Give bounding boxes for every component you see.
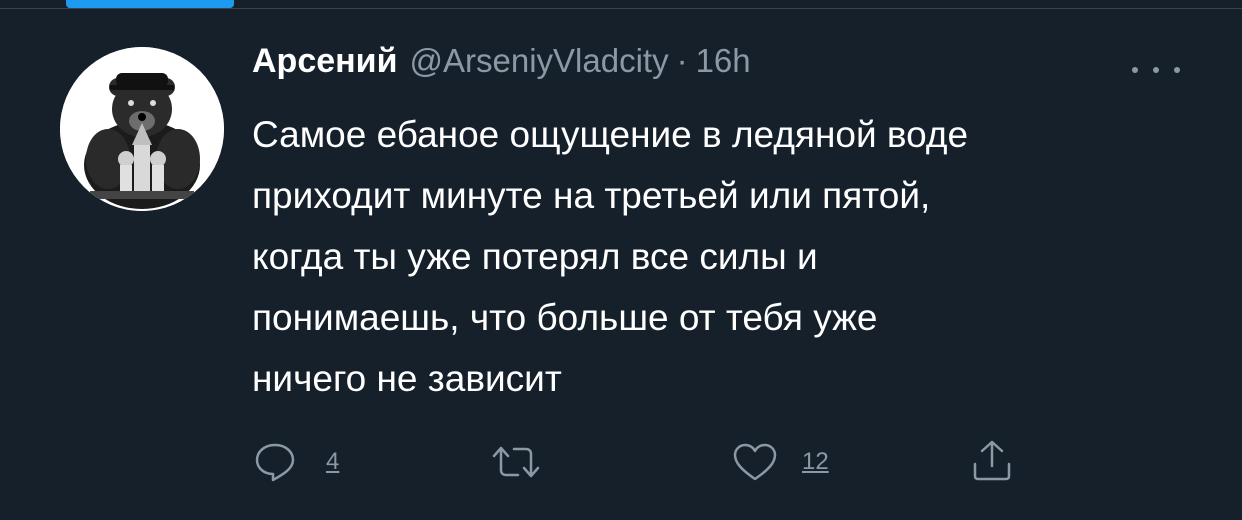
author-display-name[interactable]: Арсений xyxy=(252,42,397,81)
tweet-timestamp[interactable]: 16h xyxy=(696,42,751,80)
active-tab-indicator xyxy=(66,0,234,8)
like-button[interactable]: 12 xyxy=(732,442,829,482)
avatar[interactable] xyxy=(60,47,224,211)
reply-icon xyxy=(255,443,295,482)
retweet-button[interactable] xyxy=(490,442,564,482)
share-icon xyxy=(973,440,1011,481)
tweet: Арсений @ArseniyVladcity · 16h Самое еба… xyxy=(252,42,1212,409)
bear-kremlin-avatar-icon xyxy=(60,47,224,211)
tweet-text-line: Самое ебаное ощущение в ледяной воде xyxy=(252,114,969,155)
like-count: 12 xyxy=(802,448,829,475)
share-button[interactable] xyxy=(970,438,1014,482)
header-separator: · xyxy=(676,42,688,79)
tweet-text-line: ничего не зависит xyxy=(252,358,562,399)
tweet-text-line: приходит минуте на третьей или пятой, xyxy=(252,175,931,216)
reply-count: 4 xyxy=(326,448,340,475)
tweet-actions: 4 12 xyxy=(0,432,1242,492)
reply-button[interactable]: 4 xyxy=(254,442,339,482)
tweet-text: Самое ебаное ощущение в ледяной воде при… xyxy=(252,104,1192,409)
header-divider xyxy=(0,8,1242,9)
tweet-text-line: когда ты уже потерял все силы и xyxy=(252,236,818,277)
heart-icon xyxy=(733,443,777,481)
retweet-icon xyxy=(492,446,540,478)
author-handle[interactable]: @ArseniyVladcity xyxy=(409,42,668,80)
tweet-header: Арсений @ArseniyVladcity · 16h xyxy=(252,42,1212,98)
tweet-text-line: понимаешь, что больше от тебя уже xyxy=(252,297,878,338)
